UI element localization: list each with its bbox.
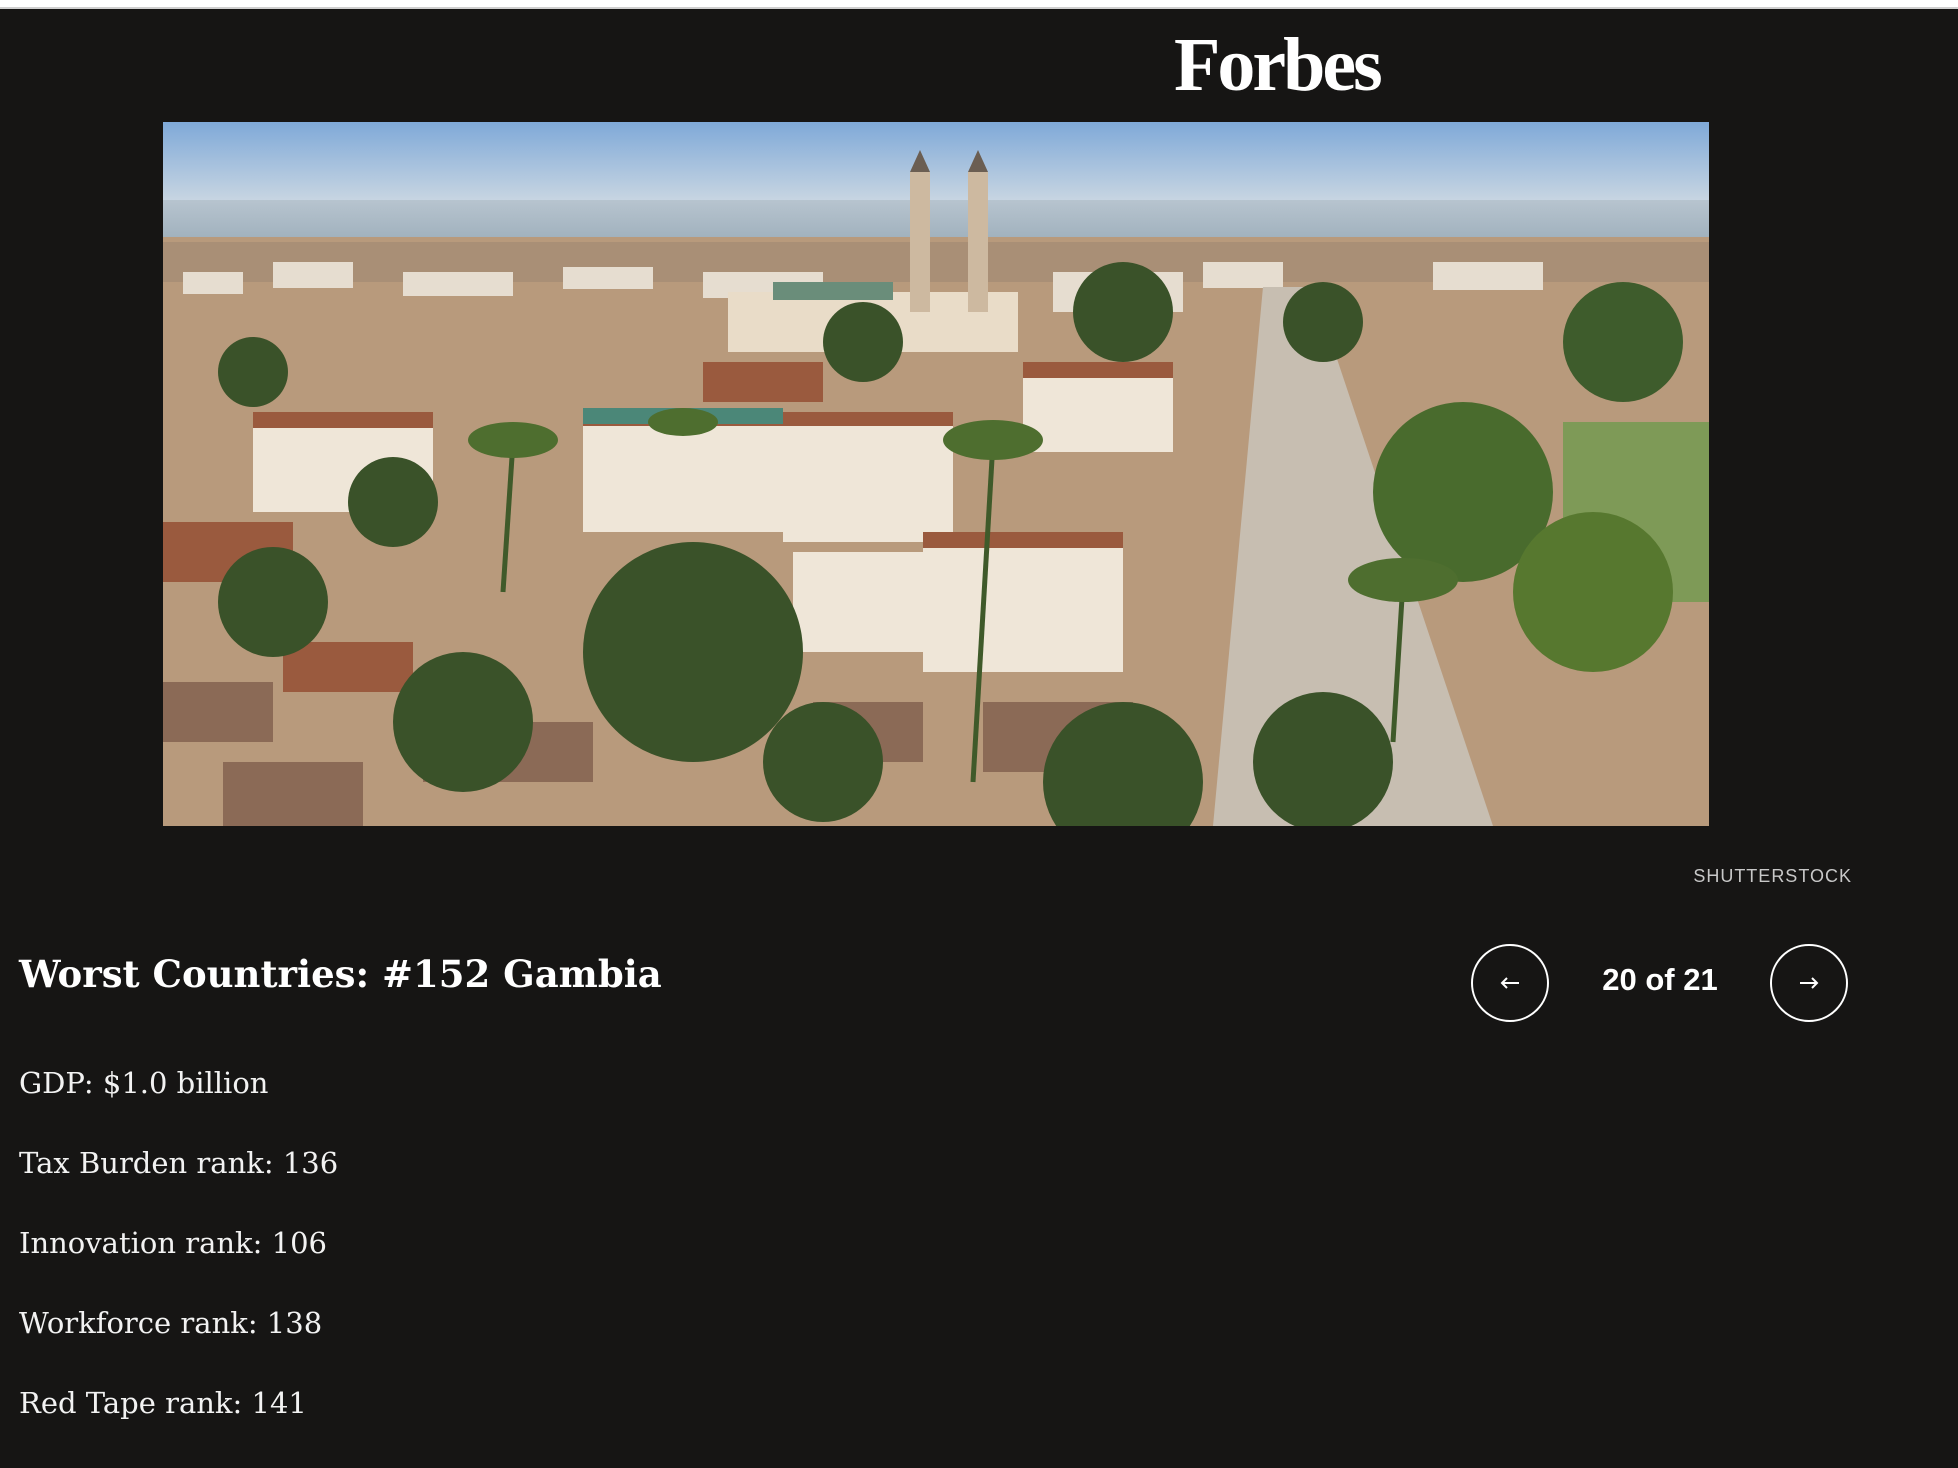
stat-tax-burden-rank: Tax Burden rank: 136 [19, 1146, 339, 1180]
previous-slide-button[interactable] [1471, 944, 1549, 1022]
photo-credit: SHUTTERSTOCK [1693, 866, 1852, 886]
stat-red-tape-rank: Red Tape rank: 141 [19, 1386, 307, 1420]
next-slide-button[interactable] [1770, 944, 1848, 1022]
stat-gdp: GDP: $1.0 billion [19, 1066, 269, 1100]
stat-innovation-rank: Innovation rank: 106 [19, 1226, 327, 1260]
arrow-right-icon [1800, 977, 1819, 989]
slide-photo [163, 122, 1709, 826]
stat-workforce-rank: Workforce rank: 138 [19, 1306, 323, 1340]
browser-top-strip [0, 0, 1958, 9]
slide-title: Worst Countries: #152 Gambia [19, 952, 662, 996]
slide-counter: 20 of 21 [1602, 962, 1718, 997]
arrow-left-icon [1500, 977, 1519, 989]
forbes-logo[interactable]: Forbes [1174, 22, 1383, 108]
country-stats-list: GDP: $1.0 billion Tax Burden rank: 136 I… [19, 1060, 338, 1460]
